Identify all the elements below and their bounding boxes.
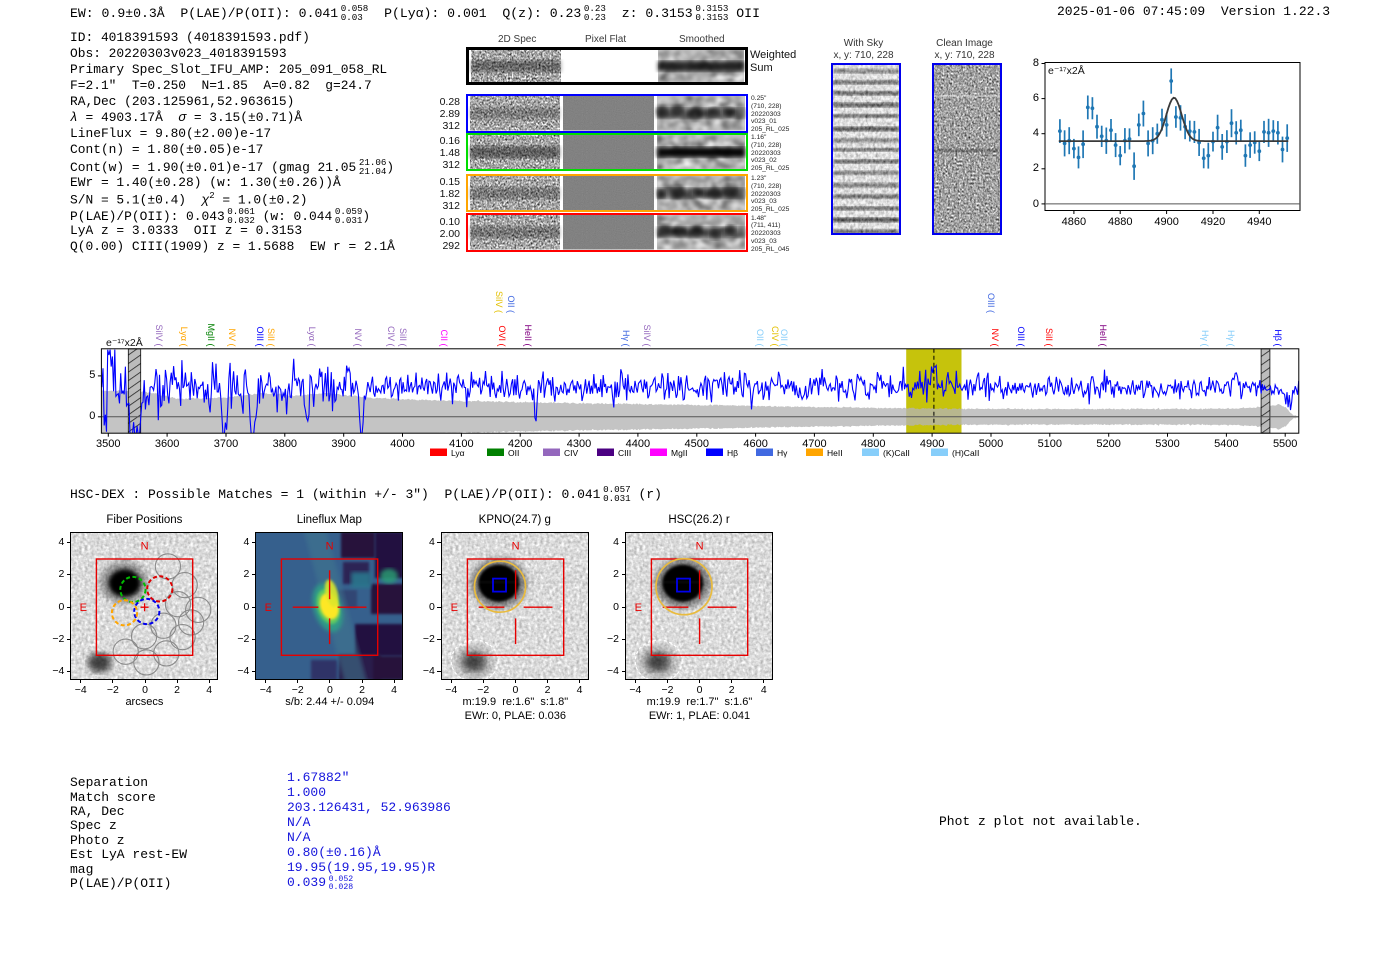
svg-text:HeII (: HeII ( (523, 324, 533, 346)
svg-text:Hγ (: Hγ ( (1200, 330, 1210, 347)
svg-text:Lyα: Lyα (451, 448, 465, 458)
svg-text:MgII (: MgII ( (206, 323, 216, 346)
svg-text:(H)CaII: (H)CaII (952, 448, 979, 458)
svg-text:SiII (: SiII ( (398, 328, 408, 347)
svg-text:CIV (: CIV ( (770, 326, 780, 347)
svg-text:(K)CaII: (K)CaII (883, 448, 910, 458)
svg-text:Hβ (: Hβ ( (1273, 329, 1283, 346)
svg-text:OII (: OII ( (779, 329, 789, 347)
svg-text:SiIV (: SiIV ( (642, 324, 652, 346)
svg-text:Lyα (: Lyα ( (179, 327, 189, 347)
svg-text:CIII: CIII (618, 448, 631, 458)
svg-text:OIII (: OIII ( (986, 293, 996, 313)
svg-text:Lyα (: Lyα ( (307, 327, 317, 347)
svg-text:OII (: OII ( (755, 329, 765, 347)
svg-text:MgII: MgII (671, 448, 688, 458)
svg-text:CIV: CIV (564, 448, 579, 458)
svg-text:CIV (: CIV ( (386, 326, 396, 347)
svg-text:Hβ: Hβ (727, 448, 738, 458)
svg-text:Hγ (: Hγ ( (621, 330, 631, 347)
svg-text:OII: OII (508, 448, 519, 458)
svg-text:OVI (: OVI ( (497, 325, 507, 346)
svg-text:SiII (: SiII ( (1044, 328, 1054, 347)
svg-text:Hγ: Hγ (777, 448, 788, 458)
svg-text:SiII (: SiII ( (266, 328, 276, 347)
svg-text:OIII (: OIII ( (1016, 327, 1026, 347)
svg-text:NV (: NV ( (990, 329, 1000, 347)
svg-text:CII (: CII ( (439, 330, 449, 347)
svg-text:OIII (: OIII ( (255, 327, 265, 347)
svg-text:HeII: HeII (827, 448, 843, 458)
svg-text:HeII (: HeII ( (1098, 324, 1108, 346)
svg-text:NV (: NV ( (353, 329, 363, 347)
svg-text:Hγ (: Hγ ( (1226, 330, 1236, 347)
svg-text:OII (: OII ( (506, 296, 516, 314)
svg-text:SiIV (: SiIV ( (494, 291, 504, 313)
svg-text:NV (: NV ( (227, 329, 237, 347)
svg-text:SiIV (: SiIV ( (154, 324, 164, 346)
